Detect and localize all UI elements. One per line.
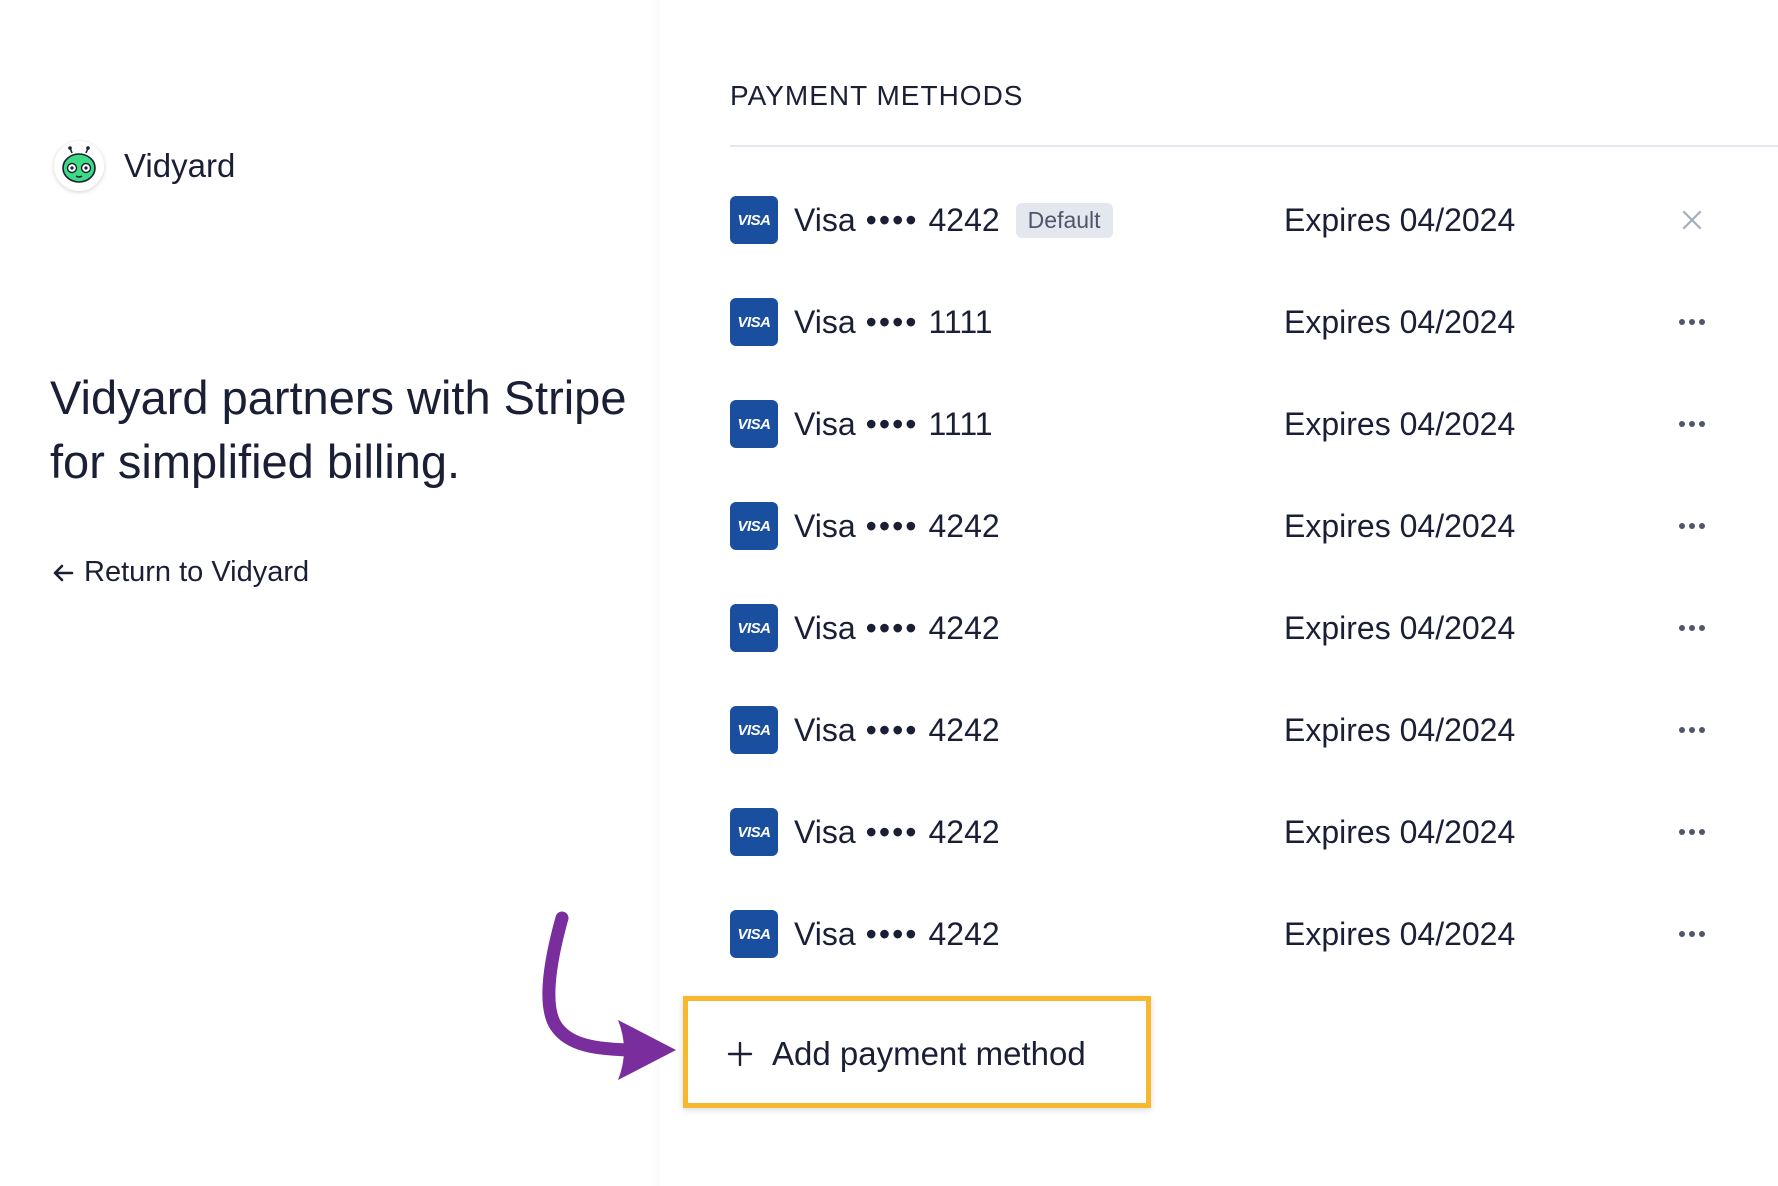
more-horizontal-icon[interactable]: [1674, 508, 1710, 544]
card-expiry: Expires 04/2024: [1284, 507, 1516, 544]
card-last4: 4242: [928, 711, 1000, 748]
more-horizontal-icon[interactable]: [1674, 610, 1710, 646]
card-mask-dots: ••••: [865, 609, 919, 646]
payment-method-row[interactable]: VISA Visa •••• 1111 Expires 04/2024: [730, 394, 1730, 454]
card-last4: 4242: [928, 201, 1000, 238]
plus-icon: [727, 1041, 753, 1067]
card-mask-dots: ••••: [865, 201, 919, 238]
more-horizontal-icon[interactable]: [1674, 712, 1710, 748]
card-brand: Visa: [794, 609, 856, 646]
card-brand: Visa: [794, 507, 856, 544]
more-horizontal-icon[interactable]: [1674, 406, 1710, 442]
payment-method-row[interactable]: VISA Visa •••• 1111 Expires 04/2024: [730, 292, 1730, 352]
callout-arrow-icon: [542, 911, 676, 1080]
card-mask-dots: ••••: [865, 711, 919, 748]
visa-card-icon: VISA: [730, 502, 778, 550]
payment-method-row[interactable]: VISA Visa •••• 4242 Default Expires 04/2024: [730, 190, 1730, 250]
card-expiry: Expires 04/2024: [1284, 915, 1516, 952]
card-expiry: Expires 04/2024: [1284, 711, 1516, 748]
close-icon[interactable]: [1674, 202, 1710, 238]
card-expiry: Expires 04/2024: [1284, 201, 1516, 238]
brand-name: Vidyard: [124, 147, 236, 184]
card-last4: 4242: [928, 609, 1000, 646]
add-payment-label: Add payment method: [772, 1035, 1086, 1072]
visa-card-icon: VISA: [730, 400, 778, 448]
card-mask-dots: ••••: [865, 405, 919, 442]
card-brand: Visa: [794, 915, 856, 952]
card-mask-dots: ••••: [865, 813, 919, 850]
payment-method-row[interactable]: VISA Visa •••• 4242 Expires 04/2024: [730, 904, 1730, 964]
card-brand: Visa: [794, 813, 856, 850]
visa-card-icon: VISA: [730, 604, 778, 652]
card-last4: 4242: [928, 915, 1000, 952]
card-brand: Visa: [794, 201, 856, 238]
return-label: Return to Vidyard: [84, 556, 310, 588]
add-payment-method-button[interactable]: Add payment method: [726, 1026, 1086, 1082]
visa-card-icon: VISA: [730, 808, 778, 856]
card-expiry: Expires 04/2024: [1284, 303, 1516, 340]
card-mask-dots: ••••: [865, 507, 919, 544]
visa-card-icon: VISA: [730, 706, 778, 754]
payment-method-row[interactable]: VISA Visa •••• 4242 Expires 04/2024: [730, 700, 1730, 760]
card-mask-dots: ••••: [865, 303, 919, 340]
brand-header: Vidyard: [54, 138, 235, 194]
card-mask-dots: ••••: [865, 915, 919, 952]
arrow-left-icon: [53, 564, 74, 581]
card-expiry: Expires 04/2024: [1284, 609, 1516, 646]
payment-method-row[interactable]: VISA Visa •••• 4242 Expires 04/2024: [730, 496, 1730, 556]
visa-card-icon: VISA: [730, 298, 778, 346]
card-last4: 1111: [928, 303, 993, 340]
vidyard-robot-icon: [54, 141, 104, 191]
card-last4: 4242: [928, 507, 1000, 544]
more-horizontal-icon[interactable]: [1674, 304, 1710, 340]
visa-card-icon: VISA: [730, 910, 778, 958]
card-brand: Visa: [794, 711, 856, 748]
card-last4: 1111: [928, 405, 993, 442]
visa-card-icon: VISA: [730, 196, 778, 244]
default-badge: Default: [1015, 202, 1113, 238]
divider: [730, 145, 1778, 147]
tagline: Vidyard partners with Stripe for simplif…: [50, 371, 627, 488]
card-expiry: Expires 04/2024: [1284, 813, 1516, 850]
section-title: PAYMENT METHODS: [730, 80, 1024, 111]
card-expiry: Expires 04/2024: [1284, 405, 1516, 442]
billing-portal-page: Vidyard Vidyard partners with Stripe for…: [0, 0, 1778, 1186]
more-horizontal-icon[interactable]: [1674, 814, 1710, 850]
card-brand: Visa: [794, 303, 856, 340]
payment-method-row[interactable]: VISA Visa •••• 4242 Expires 04/2024: [730, 598, 1730, 658]
more-horizontal-icon[interactable]: [1674, 916, 1710, 952]
card-brand: Visa: [794, 405, 856, 442]
return-to-vidyard-link[interactable]: Return to Vidyard: [50, 556, 309, 589]
payment-method-row[interactable]: VISA Visa •••• 4242 Expires 04/2024: [730, 802, 1730, 862]
card-last4: 4242: [928, 813, 1000, 850]
